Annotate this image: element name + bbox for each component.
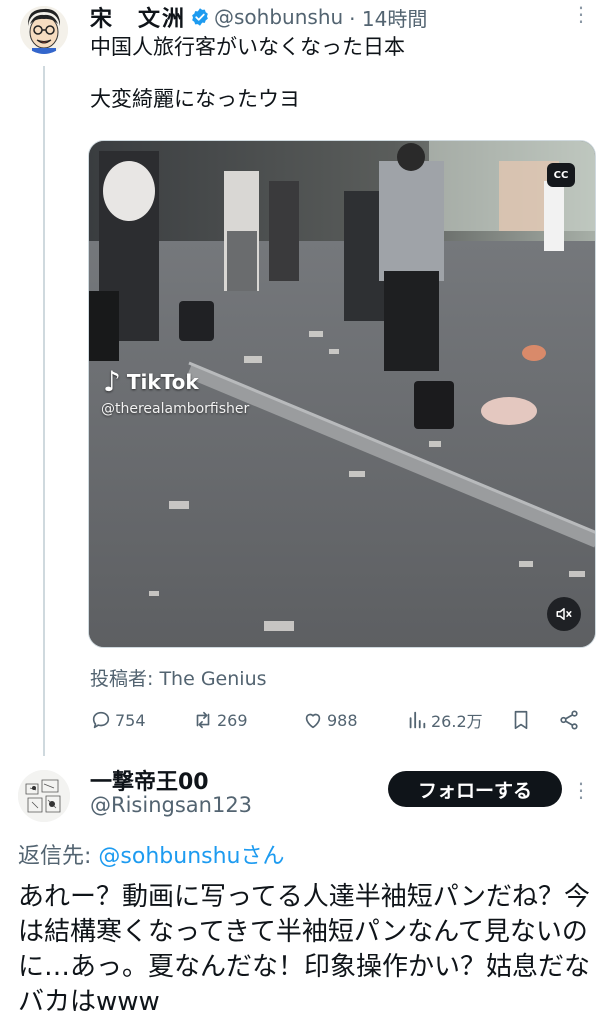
mute-icon[interactable] — [547, 597, 581, 631]
share-button[interactable] — [558, 705, 583, 735]
share-icon — [560, 710, 578, 730]
tiktok-watermark: ♪ TikTok — [103, 365, 199, 398]
reply-button[interactable]: 754 — [90, 705, 146, 735]
author-handle[interactable]: @sohbunshu — [214, 5, 343, 29]
cc-icon[interactable]: CC — [547, 163, 575, 187]
reply-author-avatar[interactable] — [18, 770, 70, 822]
author-name[interactable]: 宋 文洲 — [90, 1, 186, 33]
reply-to-mention[interactable]: @sohbunshuさん — [98, 844, 284, 869]
views-button[interactable]: 26.2万 — [406, 705, 483, 735]
reply-to: 返信先: @sohbunshuさん — [18, 838, 285, 870]
bookmark-button[interactable] — [510, 705, 535, 735]
views-count: 26.2万 — [431, 712, 483, 731]
attribution: 投稿者: The Genius — [90, 664, 267, 691]
like-count: 988 — [327, 710, 358, 730]
reply-icon — [92, 711, 110, 729]
follow-button[interactable]: フォローする — [388, 771, 562, 807]
tiktok-icon: ♪ — [103, 365, 121, 398]
retweet-count: 269 — [217, 710, 248, 730]
tweet-header: 宋 文洲 @sohbunshu · 14時間 — [90, 2, 583, 32]
views-icon — [409, 711, 426, 729]
attribution-value[interactable]: The Genius — [159, 668, 266, 690]
reply-author-name[interactable]: 一撃帝王00 — [90, 764, 209, 796]
like-icon — [305, 713, 321, 729]
attribution-label: 投稿者: — [90, 668, 154, 690]
retweet-icon — [196, 711, 210, 729]
bookmark-icon — [514, 710, 528, 730]
reply-more-icon[interactable]: ⋮ — [571, 778, 591, 802]
tiktok-label: TikTok — [126, 369, 199, 394]
tweet-actions: 754 269 988 26.2万 — [90, 705, 590, 735]
tweet-video[interactable]: ♪ TikTok @therealamborfisher CC — [88, 140, 596, 648]
tweet-text: 中国人旅行客がいなくなった日本 大変綺麗になったウヨ — [90, 35, 405, 111]
author-avatar[interactable] — [20, 6, 68, 54]
reply-count: 754 — [115, 710, 146, 730]
verified-badge-icon — [192, 8, 208, 26]
like-button[interactable]: 988 — [302, 705, 358, 735]
tiktok-user: @therealamborfisher — [101, 401, 250, 417]
reply-author-handle[interactable]: @Risingsan123 — [90, 793, 252, 817]
tweet[interactable]: 宋 文洲 @sohbunshu · 14時間 ⋮ 中国人旅行客がいなくなった日本… — [0, 0, 597, 750]
tweet-time[interactable]: · 14時間 — [349, 3, 427, 32]
retweet-button[interactable]: 269 — [192, 705, 248, 735]
cc-label: CC — [553, 169, 569, 181]
more-icon[interactable]: ⋮ — [571, 4, 591, 24]
reply-text: あれー？動画に写ってる人達半袖短パンだね？今は結構寒くなってきて半袖短パンなんて… — [18, 882, 591, 1017]
reply-to-label: 返信先: — [18, 844, 92, 869]
